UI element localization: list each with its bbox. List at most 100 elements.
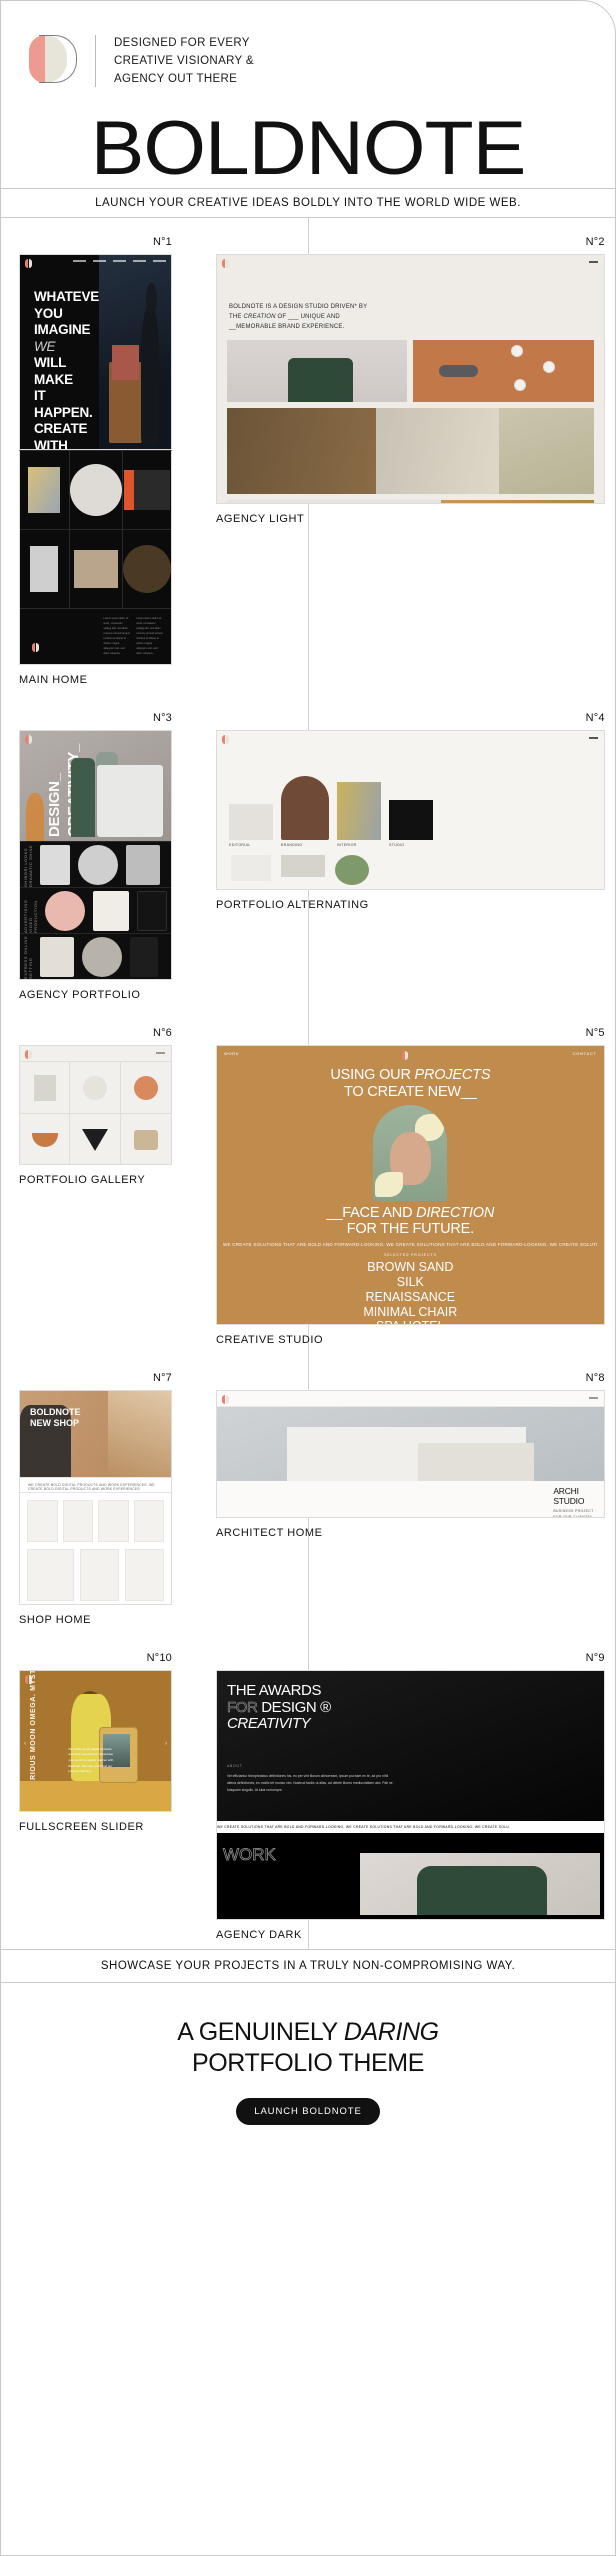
nav-work: WORK [224,1051,240,1057]
thumb-headline-bottom: __FACE AND DIRECTION FOR THE FUTURE. [326,1204,495,1238]
mini-logo-icon [222,735,230,745]
gallery-grid [20,1062,171,1165]
tagline-line-3: AGENCY OUT THERE [114,72,238,85]
architect-title: ARCHI STUDIO [553,1486,585,1506]
thumb-right-photo [72,255,171,450]
demo-thumbnail[interactable]: ARCHI STUDIO BUSINESS PROJECT FOR OUR CL… [216,1390,605,1519]
photo-floor [20,1780,171,1812]
demo-number: N°4 [585,712,605,725]
demo-card-agency-portfolio[interactable]: N°3 DESIGN_ CREATIVITY_ SHIBORI LOOKS DR… [1,694,194,1009]
mini-logo-icon [25,259,33,269]
photo-dunes [498,408,594,495]
closing-line-2: PORTFOLIO THEME [191,2048,424,2077]
gallery-cell [70,1062,121,1115]
product-row [20,1549,171,1604]
demo-thumbnail[interactable]: WHATEVER YOU IMAGINE WE WILL MAKE IT HAP… [19,254,172,451]
launch-boldnote-button[interactable]: LAUNCH BOLDNOTE [236,2098,380,2126]
demo-thumbnail-lower[interactable]: Lorem ipsum dolor sit amet, consetetur s… [19,450,172,666]
boldnote-logo-icon[interactable] [29,33,77,85]
demo-number: N°10 [146,1652,172,1665]
photo-figure-shape [140,305,160,446]
photo-head-shape [145,282,157,314]
footer-banner-text: SHOWCASE YOUR PROJECTS IN A TRULY NON-CO… [100,1960,516,1973]
thumb-topbar: WORK CONTACT [217,1046,604,1065]
demo-thumbnail[interactable]: MYSTERIOUS MOON OMEGA. MYSTERIOUS M We c… [19,1670,172,1813]
mini-logo-icon [401,1051,410,1061]
demo-thumbnail[interactable]: BOLDNOTE NEW SHOP WE CREATE BOLD DIGITAL… [19,1390,172,1606]
demo-thumbnail[interactable] [19,1045,172,1166]
photo-person-1 [71,758,96,838]
photo-building-secondary [418,1442,535,1482]
demo-thumbnail[interactable]: EDITORIAL BRANDING INTERIOR STUDIO [216,730,605,891]
photo-person [227,340,408,403]
mini-logo-icon [32,643,40,653]
product-tile [62,1500,93,1543]
body-line-2: THE CREATION OF ___ UNIQUE AND [229,313,340,320]
demo-number: N°9 [585,1652,605,1665]
demo-card-shop-home[interactable]: N°7 BOLDNOTE NEW SHOP WE CREATE BOLD DIG… [1,1354,194,1634]
photo-portrait-arch [373,1104,448,1201]
demo-card-main-home[interactable]: N°1 WHATEVER YOU IMAGINE WE WILL MAKE IT… [1,218,194,694]
menu-icon [588,1397,598,1400]
projects-eyebrow: SELECTED PROJECTS [383,1253,437,1258]
project-row: EXPRESS ONLINE SETTING [20,933,171,979]
thumb-photo-row [217,340,604,403]
demo-thumbnail[interactable]: BOLDNOTE IS A DESIGN STUDIO DRIVEN* BY T… [216,254,605,505]
page-title: BOLDNOTE [90,106,527,192]
photo-architecture [217,1407,604,1482]
project-row: ADVERTISING VIDEO PRODUCTION [20,887,171,933]
tile [69,530,122,609]
headline-line-2: DESIGN ® [261,1698,331,1716]
demo-thumbnail[interactable]: WORK CONTACT USING OUR PROJECTS TO CREAT… [216,1045,605,1326]
thumb-hero: BOLDNOTE NEW SHOP [20,1391,171,1478]
demo-label: AGENCY DARK [216,1929,302,1942]
headline-line-2: YOU IMAGINE [34,305,91,338]
gallery-cell [120,1062,171,1115]
demo-card-architect-home[interactable]: N°8 ARCHI STUDIO BUSINESS PROJECT FOR OU… [194,1354,615,1634]
hero-section: BOLDNOTE [1,88,615,188]
headline-line-1: THE AWARDS [227,1682,322,1700]
headline-emphasis: CREATIVITY [227,1715,311,1733]
demo-card-agency-light[interactable]: N°2 BOLDNOTE IS A DESIGN STUDIO DRIVEN* … [194,218,615,694]
demo-label: SHOP HOME [19,1614,91,1627]
thumb-headline: THE AWARDS FOR DESIGN ® CREATIVITY [227,1683,596,1733]
hero-title-line-1: BOLDNOTE [30,1407,81,1418]
project-item: BROWN SAND [367,1260,454,1275]
demo-thumbnail[interactable]: THE AWARDS FOR DESIGN ® CREATIVITY ABOUT… [216,1670,605,1921]
nav-contact: CONTACT [572,1051,597,1057]
gallery-cell [20,1062,71,1115]
photo-flowers [26,792,45,842]
thumb-title-block: ARCHI STUDIO BUSINESS PROJECT FOR OUR CL… [217,1481,604,1518]
gallery-cell [121,1114,171,1164]
demo-number: N°6 [152,1027,172,1040]
demo-label: AGENCY LIGHT [216,513,305,526]
project-item: SPA HOTEL [217,1319,604,1324]
mini-logo-icon [25,1050,33,1060]
demo-card-fullscreen-slider[interactable]: N°10 MYSTERIOUS MOON OMEGA. MYSTERIOUS M… [1,1634,194,1949]
demo-thumbnail[interactable]: DESIGN_ CREATIVITY_ SHIBORI LOOKS DRAMAT… [19,730,172,981]
hero-subtitle-bar: LAUNCH YOUR CREATIVE IDEAS BOLDLY INTO T… [1,188,615,219]
portfolio-item: EDITORIAL [229,804,273,847]
menu-icon [156,1052,165,1055]
thumb-ticker: WE CREATE BOLD DIGITAL PRODUCTS AND WORK… [20,1477,171,1494]
menu-icon [588,261,598,264]
thumb-project-rows: SHIBORI LOOKS DRAMATIC SHINE ADVERTISING… [20,841,171,979]
demo-card-creative-studio[interactable]: N°5 WORK CONTACT USING OUR PROJECTS TO C… [194,1009,615,1354]
demo-card-agency-dark[interactable]: N°9 THE AWARDS FOR DESIGN ® CREATIVITY A… [194,1634,615,1949]
photo-products [413,340,594,403]
logo-arc-shape [39,35,77,83]
demo-label: MAIN HOME [19,674,88,687]
photo-person [359,1853,600,1916]
demo-card-portfolio-alternating[interactable]: N°4 EDITORIAL BRANDING INTERIOR STUDIO P… [194,694,615,1009]
photo-lily-bottom [374,1172,403,1197]
thumb-header [217,731,604,749]
demo-label: AGENCY PORTFOLIO [19,989,141,1002]
slider-next-arrow[interactable]: › [165,1741,167,1747]
tile [69,451,122,530]
gallery-cell [20,1114,71,1165]
demo-card-portfolio-gallery[interactable]: N°6 PORTFOLIO GALLERY [1,1009,194,1354]
thumb-headline: WHATEVER YOU IMAGINE WE WILL MAKE IT HAP… [34,289,109,449]
slider-prev-arrow[interactable]: ‹ [24,1741,26,1747]
demo-number: N°8 [585,1372,605,1385]
demo-number: N°2 [585,236,605,249]
